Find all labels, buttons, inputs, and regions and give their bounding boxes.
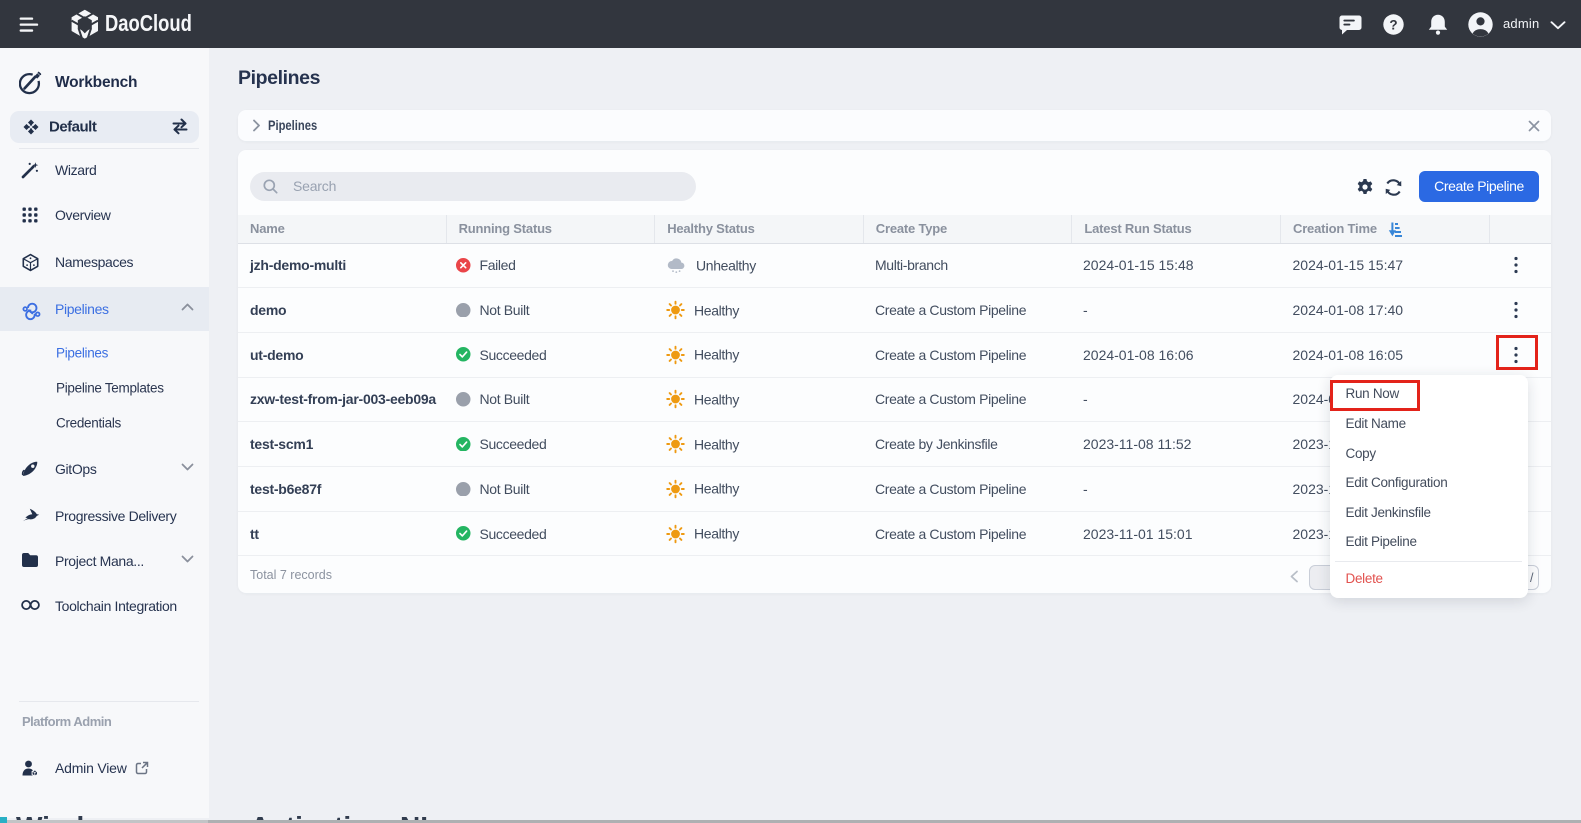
svg-text:?: ? [1389,17,1397,32]
